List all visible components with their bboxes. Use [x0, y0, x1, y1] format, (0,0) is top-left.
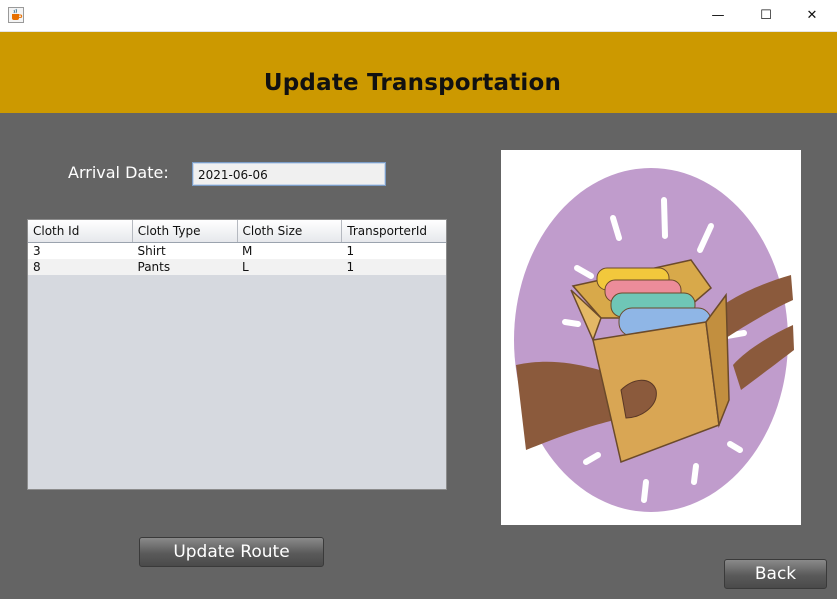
clothes-delivery-box-illustration [514, 168, 794, 512]
minimize-button[interactable]: — [695, 0, 741, 31]
page-title: Update Transportation [263, 70, 562, 96]
maximize-button[interactable]: ☐ [743, 0, 789, 31]
column-header-transporter-id[interactable]: TransporterId [342, 220, 446, 242]
table-row[interactable]: 3 Shirt M 1 [28, 243, 446, 259]
table-cell: 8 [33, 260, 41, 274]
table-cell: Pants [137, 260, 171, 274]
column-header-cloth-size[interactable]: Cloth Size [238, 220, 343, 242]
delivery-illustration [501, 150, 801, 525]
column-header-cloth-type[interactable]: Cloth Type [133, 220, 238, 242]
table-cell: Shirt [137, 244, 166, 258]
table-cell: 1 [346, 244, 355, 258]
update-route-button[interactable]: Update Route [139, 537, 324, 567]
table-row[interactable]: 8 Pants L 1 [28, 259, 446, 275]
column-header-cloth-id[interactable]: Cloth Id [28, 220, 133, 242]
table-cell: L [242, 260, 249, 274]
table-cell: M [242, 244, 253, 258]
back-button[interactable]: Back [724, 559, 827, 589]
cloth-table[interactable]: Cloth Id Cloth Type Cloth Size Transport… [27, 219, 447, 490]
window-title-bar: — ☐ ✕ [0, 0, 837, 32]
close-button[interactable]: ✕ [789, 0, 835, 31]
header-band: Update Transportation [0, 32, 837, 113]
java-coffee-icon [8, 7, 24, 23]
arrival-date-field[interactable]: 2021-06-06 [192, 162, 386, 186]
table-cell: 1 [346, 260, 355, 274]
table-cell: 3 [33, 244, 41, 258]
arrival-date-label: Arrival Date: [68, 163, 169, 182]
table-header: Cloth Id Cloth Type Cloth Size Transport… [28, 220, 446, 243]
